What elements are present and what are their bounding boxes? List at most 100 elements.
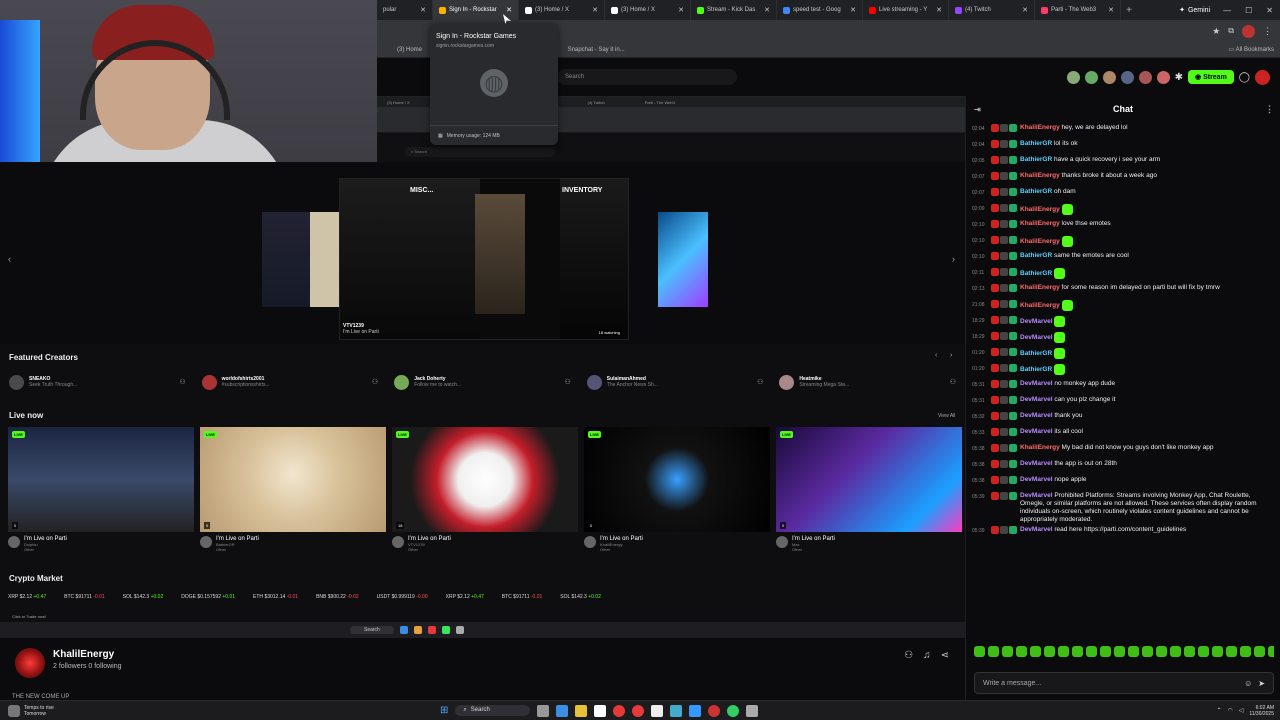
share-icon[interactable]: ⋖ bbox=[941, 650, 949, 661]
all-bookmarks-button[interactable]: ▭ All Bookmarks bbox=[1229, 46, 1280, 53]
stream-thumbnail[interactable]: LIVE 0 bbox=[584, 427, 770, 532]
emote-icon[interactable] bbox=[1002, 646, 1013, 657]
close-icon[interactable]: ✕ bbox=[1108, 6, 1114, 14]
emote-bar[interactable] bbox=[974, 646, 1274, 658]
send-icon[interactable]: ➤ bbox=[1258, 679, 1265, 688]
emote-icon[interactable] bbox=[1240, 646, 1251, 657]
close-icon[interactable]: ✕ bbox=[420, 6, 426, 14]
store-icon[interactable] bbox=[593, 704, 606, 717]
follow-user-icon[interactable]: ⚇ bbox=[904, 650, 913, 661]
emote-icon[interactable] bbox=[1254, 646, 1265, 657]
browser-tab[interactable]: Live streaming - Y ✕ bbox=[863, 0, 949, 20]
obs-icon[interactable] bbox=[707, 704, 720, 717]
extensions-icon[interactable]: ⧉ bbox=[1228, 26, 1242, 36]
ticker-item[interactable]: SOL $142.3 +0.02 bbox=[560, 594, 601, 606]
live-stream-card[interactable]: LIVE 0 I'm Live on Parti Dolphin Other bbox=[8, 427, 194, 567]
clock[interactable]: 6:02 AM 11/30/2025 bbox=[1249, 705, 1274, 717]
close-icon[interactable]: ✕ bbox=[506, 6, 512, 14]
bookmark-item[interactable]: Snapchat - Say it in... bbox=[568, 47, 625, 53]
creator-card[interactable]: Heatmike Streaming Mega Sta... ⚇ bbox=[775, 370, 960, 394]
weather-widget[interactable]: Temps to rise Tomorrow bbox=[0, 704, 440, 717]
emote-icon[interactable] bbox=[1142, 646, 1153, 657]
emote-icon[interactable] bbox=[1044, 646, 1055, 657]
view-all-link[interactable]: View All bbox=[938, 413, 955, 419]
follow-icon[interactable]: ⚇ bbox=[372, 378, 378, 386]
collapse-chat-icon[interactable]: ⇥ bbox=[974, 105, 981, 114]
message-username[interactable]: KhalilEnergy bbox=[1020, 172, 1060, 179]
ticker-item[interactable]: ETH $3012.14 -0.01 bbox=[253, 594, 298, 606]
ticker-item[interactable]: DOGE $0.157592 +0.01 bbox=[181, 594, 235, 606]
ticker-item[interactable]: XRP $2.12 +0.47 bbox=[8, 594, 46, 606]
follow-icon[interactable]: ⚇ bbox=[179, 378, 185, 386]
windows-start-icon[interactable]: ⊞ bbox=[440, 705, 448, 716]
volume-icon[interactable]: ◁ bbox=[1239, 707, 1244, 714]
bookmark-item[interactable]: (3) Home bbox=[397, 47, 422, 53]
message-username[interactable]: DevMarvel bbox=[1020, 492, 1053, 499]
message-username[interactable]: DevMarvel bbox=[1020, 334, 1053, 341]
ticker-item[interactable]: SOL $142.3 +0.02 bbox=[123, 594, 164, 606]
close-icon[interactable]: ✕ bbox=[678, 6, 684, 14]
notification-bell-icon[interactable]: ♫ bbox=[923, 650, 931, 661]
close-window-button[interactable]: ✕ bbox=[1259, 6, 1280, 15]
creators-prev-icon[interactable]: ‹ bbox=[935, 352, 937, 359]
message-username[interactable]: KhalilEnergy bbox=[1020, 238, 1060, 245]
browser-tab[interactable]: Stream - Kick Das ✕ bbox=[691, 0, 777, 20]
message-username[interactable]: DevMarvel bbox=[1020, 380, 1053, 387]
stream-button[interactable]: ◉ Stream bbox=[1188, 70, 1234, 84]
emote-icon[interactable] bbox=[988, 646, 999, 657]
message-username[interactable]: KhalilEnergy bbox=[1020, 302, 1060, 309]
message-username[interactable]: BathierGR bbox=[1020, 188, 1052, 195]
carousel-prev-icon[interactable]: ‹ bbox=[8, 254, 11, 264]
message-username[interactable]: BathierGR bbox=[1020, 366, 1052, 373]
ticker-item[interactable]: XRP $2.12 +0.47 bbox=[446, 594, 484, 606]
chrome-icon[interactable] bbox=[726, 704, 739, 717]
settings-icon[interactable] bbox=[745, 704, 758, 717]
creator-card[interactable]: worldofshirts2001 #subscriptionsshirts...… bbox=[198, 370, 383, 394]
emote-icon[interactable] bbox=[1086, 646, 1097, 657]
message-username[interactable]: BathierGR bbox=[1020, 140, 1052, 147]
live-stream-card[interactable]: LIVE 0 I'm Live on Parti KhalilEnergy Other bbox=[584, 427, 770, 567]
message-username[interactable]: BathierGR bbox=[1020, 350, 1052, 357]
emote-icon[interactable] bbox=[1114, 646, 1125, 657]
chat-input[interactable]: Write a message... ☺ ➤ bbox=[974, 672, 1274, 694]
edge-icon[interactable] bbox=[555, 704, 568, 717]
stream-thumbnail[interactable]: LIVE 18 bbox=[392, 427, 578, 532]
close-icon[interactable]: ✕ bbox=[592, 6, 598, 14]
emote-icon[interactable] bbox=[974, 646, 985, 657]
message-username[interactable]: DevMarvel bbox=[1020, 476, 1053, 483]
chat-bubble-icon[interactable]: ◯ bbox=[1239, 72, 1250, 83]
carousel-next-icon[interactable]: › bbox=[952, 254, 955, 264]
emote-icon[interactable] bbox=[1072, 646, 1083, 657]
message-username[interactable]: KhalilEnergy bbox=[1020, 206, 1060, 213]
carousel-thumb-arcade[interactable] bbox=[658, 212, 708, 307]
emote-icon[interactable] bbox=[1212, 646, 1223, 657]
browser-tab[interactable]: (3) Home / X ✕ bbox=[519, 0, 605, 20]
ticker-item[interactable]: USDT $0.999119 -0.00 bbox=[377, 594, 428, 606]
message-username[interactable]: DevMarvel bbox=[1020, 460, 1053, 467]
creators-next-icon[interactable]: › bbox=[950, 352, 952, 359]
creator-card[interactable]: Jack Doherty Follow me to watch... ⚇ bbox=[390, 370, 575, 394]
ticker-item[interactable]: BNB $900.22 -0.02 bbox=[316, 594, 359, 606]
user-avatar[interactable] bbox=[1255, 69, 1270, 85]
follow-icon[interactable]: ⚇ bbox=[757, 378, 763, 386]
profile-avatar[interactable] bbox=[1242, 24, 1255, 38]
new-tab-button[interactable]: + bbox=[1121, 5, 1137, 16]
browser-tab[interactable]: (4) Twitch ✕ bbox=[949, 0, 1035, 20]
stream-thumbnail[interactable]: LIVE 0 bbox=[200, 427, 386, 532]
opera-icon[interactable] bbox=[631, 704, 644, 717]
emote-icon[interactable] bbox=[1058, 646, 1069, 657]
message-username[interactable]: KhalilEnergy bbox=[1020, 284, 1060, 291]
vscode-icon[interactable] bbox=[688, 704, 701, 717]
emoji-icon[interactable]: ☺ bbox=[1244, 679, 1252, 688]
emote-icon[interactable] bbox=[1030, 646, 1041, 657]
emote-icon[interactable] bbox=[1184, 646, 1195, 657]
chevron-up-icon[interactable]: ⌃ bbox=[1216, 707, 1221, 714]
rockstar-icon[interactable] bbox=[612, 704, 625, 717]
close-icon[interactable]: ✕ bbox=[1022, 6, 1028, 14]
message-username[interactable]: KhalilEnergy bbox=[1020, 220, 1060, 227]
live-stream-card[interactable]: LIVE 18 I'm Live on Parti VTV1239 Other bbox=[392, 427, 578, 567]
crypto-ticker[interactable]: XRP $2.12 +0.47 BTC $91711 -0.01 SOL $142.… bbox=[8, 594, 958, 606]
message-username[interactable]: DevMarvel bbox=[1020, 318, 1053, 325]
ticker-item[interactable]: BTC $91711 -0.01 bbox=[64, 594, 105, 606]
close-icon[interactable]: ✕ bbox=[764, 6, 770, 14]
